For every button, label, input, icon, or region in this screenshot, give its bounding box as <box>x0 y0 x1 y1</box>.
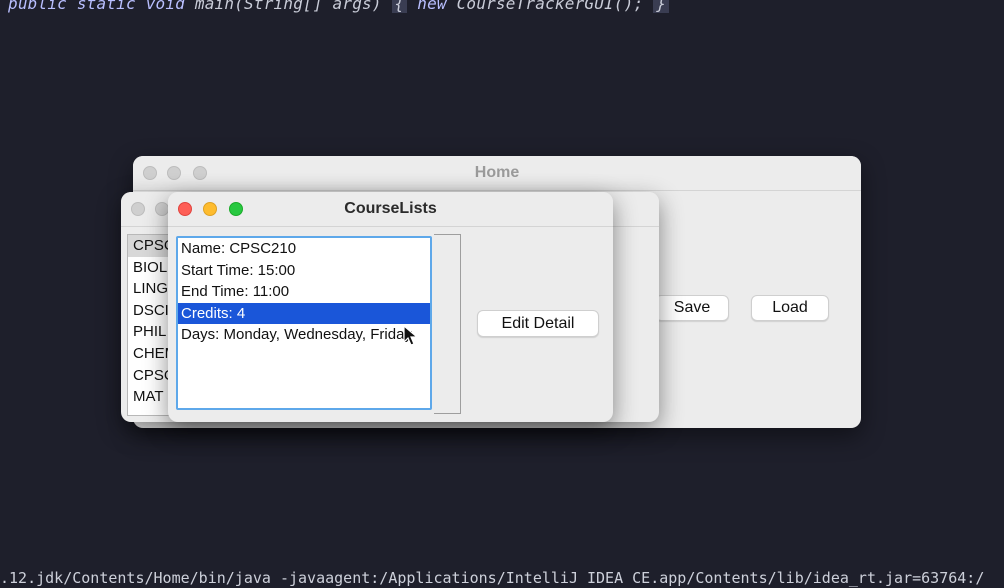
course-list-item[interactable]: BIOL <box>128 257 172 279</box>
detail-item-start-time[interactable]: Start Time: 15:00 <box>178 260 430 282</box>
mouse-pointer-icon <box>403 325 419 346</box>
course-list-item[interactable]: MAT <box>128 386 172 408</box>
courselists-window-title: CourseLists <box>344 200 437 217</box>
detail-list-scroll-frame <box>434 234 461 414</box>
detail-item-days[interactable]: Days: Monday, Wednesday, Friday <box>178 324 430 346</box>
course-list-item[interactable]: PHIL <box>128 321 172 343</box>
code-kw-void: void <box>145 0 186 13</box>
code-call: CourseTrackerGUI(); <box>456 0 644 13</box>
code-kw-new: new <box>417 0 447 13</box>
course-list-item[interactable]: CPSC <box>128 235 172 257</box>
detail-item-credits[interactable]: Credits: 4 <box>178 302 430 325</box>
code-brace-open: { <box>391 0 408 13</box>
course-list[interactable]: CPSC BIOL LING DSCI PHIL CHEM CPSC MAT <box>127 234 173 416</box>
course-list-item[interactable]: DSCI <box>128 300 172 322</box>
course-list-item[interactable]: CPSC <box>128 365 172 387</box>
load-button[interactable]: Load <box>751 295 829 321</box>
console-command-line: .12.jdk/Contents/Home/bin/java -javaagen… <box>0 569 985 587</box>
course-detail-list[interactable]: Name: CPSC210 Start Time: 15:00 End Time… <box>176 236 432 410</box>
detail-item-name[interactable]: Name: CPSC210 <box>178 238 430 260</box>
detail-item-end-time[interactable]: End Time: 11:00 <box>178 281 430 303</box>
editor-code-line: public static void main(String[] args) {… <box>8 0 670 13</box>
course-list-item[interactable]: CHEM <box>128 343 172 365</box>
edit-detail-button[interactable]: Edit Detail <box>477 310 599 337</box>
home-window-title: Home <box>474 164 520 181</box>
code-kw-public: public <box>8 0 67 13</box>
courselists-titlebar[interactable]: CourseLists <box>168 192 613 227</box>
courselists-window: CourseLists Name: CPSC210 Start Time: 15… <box>168 192 613 422</box>
code-kw-static: static <box>76 0 136 13</box>
code-main-signature: main(String[] args) <box>194 0 382 13</box>
home-titlebar[interactable]: Home <box>133 156 861 191</box>
courses-minimize-button[interactable] <box>155 202 169 216</box>
courses-close-button[interactable] <box>131 202 145 216</box>
course-list-item[interactable]: LING <box>128 278 172 300</box>
save-button[interactable]: Save <box>655 295 729 321</box>
code-brace-close: } <box>653 0 670 13</box>
